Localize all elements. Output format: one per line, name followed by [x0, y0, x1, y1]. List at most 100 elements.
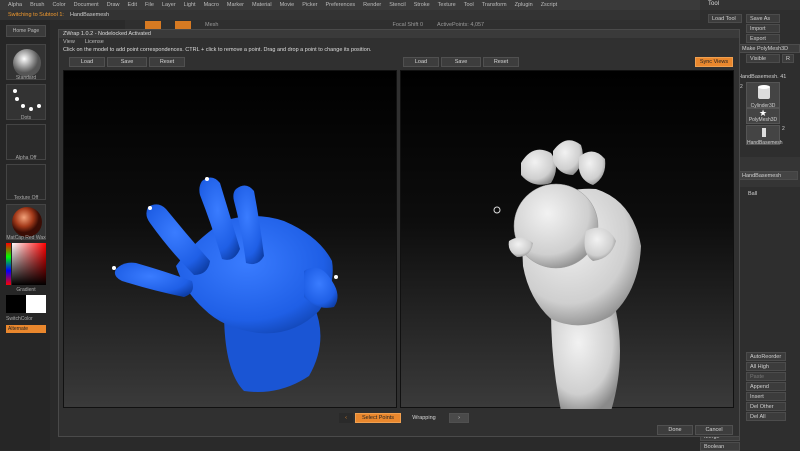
tool-palette-header: Tool	[700, 0, 800, 10]
left-load-button[interactable]: Load	[69, 57, 105, 67]
count-2a: 2	[740, 84, 743, 90]
right-save-button[interactable]: Save	[441, 57, 481, 67]
stroke-label: Dots	[20, 115, 32, 121]
menu-file[interactable]: File	[145, 2, 154, 8]
dialog-title: ZWrap 1.0.2 - Nodelocked Activated	[59, 30, 739, 38]
next-step-arrow[interactable]: ›	[449, 413, 469, 423]
focal-shift-slider[interactable]: Focal Shift 0	[392, 22, 423, 28]
blue-hand-model	[112, 177, 338, 392]
gradient-label: Gradient	[16, 287, 36, 293]
export-button[interactable]: Export	[746, 34, 780, 43]
menu-macro[interactable]: Macro	[204, 2, 219, 8]
draw-mode-button[interactable]	[145, 21, 161, 29]
menu-texture[interactable]: Texture	[438, 2, 456, 8]
select-points-button[interactable]: Select Points	[355, 413, 401, 423]
current-mesh-name: HandBasemesh	[69, 12, 110, 18]
cylinder-tool-thumb[interactable]: Cylinder3D	[746, 82, 780, 109]
dialog-menu: View License	[63, 39, 104, 45]
cancel-button[interactable]: Cancel	[695, 425, 733, 435]
color-swatches[interactable]	[6, 295, 46, 313]
menu-draw[interactable]: Draw	[107, 2, 120, 8]
texture-label: Texture Off	[13, 195, 39, 201]
switch-color-label[interactable]: SwitchColor	[6, 316, 46, 322]
make-polymesh-button[interactable]: Make PolyMesh3D	[738, 44, 800, 53]
menu-license[interactable]: License	[85, 39, 104, 45]
subtool-list: HandBasemesh	[738, 157, 800, 187]
menu-view[interactable]: View	[63, 39, 75, 45]
menu-preferences[interactable]: Preferences	[326, 2, 356, 8]
tool-palette-title: Tool	[708, 1, 720, 7]
subtool-item-ball[interactable]: Ball	[748, 191, 757, 197]
menu-stroke[interactable]: Stroke	[414, 2, 430, 8]
menu-marker[interactable]: Marker	[227, 2, 244, 8]
menu-transform[interactable]: Transform	[482, 2, 507, 8]
autoreorder-button[interactable]: AutoReorder	[746, 352, 786, 361]
red-wax-material-icon	[12, 207, 42, 237]
target-viewport[interactable]	[400, 70, 734, 411]
done-button[interactable]: Done	[657, 425, 693, 435]
point-marker[interactable]	[205, 177, 209, 181]
menu-edit[interactable]: Edit	[128, 2, 137, 8]
main-menu-bar: Alpha Brush Color Document Draw Edit File Layer…	[0, 0, 800, 10]
source-viewport[interactable]	[63, 70, 397, 408]
point-marker[interactable]	[112, 266, 116, 270]
cursor-ring	[493, 206, 501, 214]
load-tool-button[interactable]: Load Tool	[708, 14, 742, 23]
del-all-button[interactable]: Del All	[746, 412, 786, 421]
visible-button[interactable]: Visible	[746, 54, 780, 63]
right-reset-button[interactable]: Reset	[483, 57, 519, 67]
point-marker[interactable]	[148, 206, 152, 210]
paste-button[interactable]: Paste	[746, 372, 786, 381]
switching-status: Switching to Subtool 1:	[8, 12, 64, 18]
dialog-instructions: Click on the model to add point correspo…	[63, 47, 372, 53]
menu-movie[interactable]: Movie	[280, 2, 295, 8]
menu-material[interactable]: Material	[252, 2, 272, 8]
color-picker[interactable]	[6, 243, 46, 285]
del-other-button[interactable]: Del Other	[746, 402, 786, 411]
r-button[interactable]: R	[782, 54, 794, 63]
active-points-readout: ActivePoints: 4,057	[437, 22, 485, 28]
menu-zplugin[interactable]: Zplugin	[515, 2, 533, 8]
save-as-button[interactable]: Save As	[746, 14, 780, 23]
zwrap-dialog: ZWrap 1.0.2 - Nodelocked Activated View …	[58, 29, 740, 437]
menu-zscript[interactable]: Zscript	[541, 2, 558, 8]
right-load-button[interactable]: Load	[403, 57, 439, 67]
handbasemesh-thumb-label: HandBasemesh	[747, 140, 783, 146]
wrapping-step[interactable]: Wrapping	[405, 413, 443, 423]
point-marker[interactable]	[334, 275, 338, 279]
menu-light[interactable]: Light	[184, 2, 196, 8]
menu-document[interactable]: Document	[74, 2, 99, 8]
move-mode-button[interactable]	[175, 21, 191, 29]
primary-color-swatch[interactable]	[26, 295, 46, 313]
import-button[interactable]: Import	[746, 24, 780, 33]
menu-render[interactable]: Render	[363, 2, 381, 8]
secondary-color-swatch[interactable]	[6, 295, 26, 313]
left-shelf: Home Page Standard Dots Alpha Off Textur…	[0, 20, 50, 450]
mesh-count-label: HandBasemesh. 41	[738, 74, 787, 80]
insert-button[interactable]: Insert	[746, 392, 786, 401]
alternate-button[interactable]: Alternate	[6, 325, 46, 333]
all-high-button[interactable]: All High	[746, 362, 786, 371]
menu-brush[interactable]: Brush	[30, 2, 44, 8]
menu-tool[interactable]: Tool	[464, 2, 474, 8]
count-2b: 2	[782, 126, 785, 132]
menu-alpha[interactable]: Alpha	[8, 2, 22, 8]
hand-thumb-icon	[762, 128, 766, 137]
polymesh-tool-thumb[interactable]: ★ PolyMesh3D	[746, 108, 780, 124]
left-reset-button[interactable]: Reset	[149, 57, 185, 67]
menu-stencil[interactable]: Stencil	[389, 2, 406, 8]
handbasemesh-tool-thumb[interactable]: HandBasemesh	[746, 125, 783, 146]
polymesh-label: PolyMesh3D	[748, 117, 778, 123]
sync-views-button[interactable]: Sync Views	[695, 57, 733, 67]
color-picker-icon	[6, 243, 46, 285]
subtool-item-handbasemesh[interactable]: HandBasemesh	[738, 171, 798, 180]
brush-label: Standard	[15, 75, 37, 81]
menu-color[interactable]: Color	[52, 2, 65, 8]
prev-step-arrow[interactable]: ‹	[339, 413, 353, 423]
append-button[interactable]: Append	[746, 382, 786, 391]
home-page-button[interactable]: Home Page	[6, 25, 46, 37]
menu-picker[interactable]: Picker	[302, 2, 317, 8]
menu-layer[interactable]: Layer	[162, 2, 176, 8]
left-save-button[interactable]: Save	[107, 57, 147, 67]
alpha-label: Alpha Off	[15, 155, 37, 161]
